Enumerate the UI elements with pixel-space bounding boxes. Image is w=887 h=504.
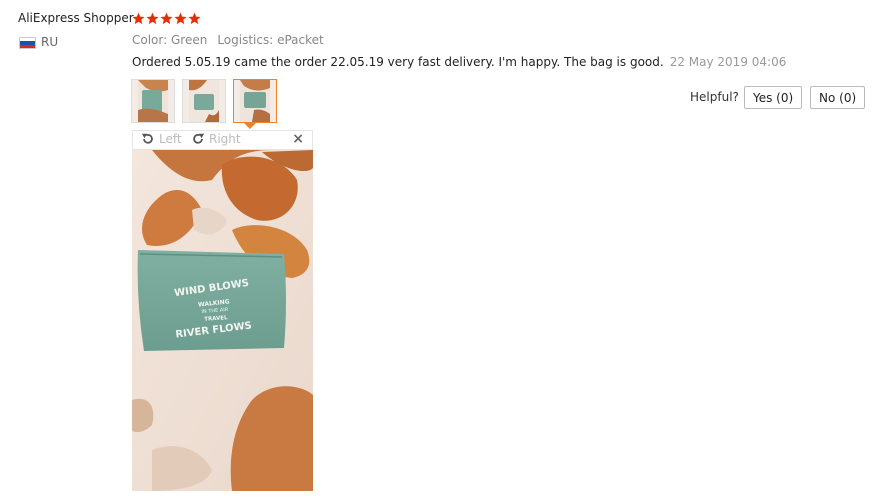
reviewer-name: AliExpress Shopper [18,11,134,25]
rotate-left-label: Left [159,132,182,146]
rating-stars [132,12,201,25]
star-icon [174,12,187,25]
star-icon [188,12,201,25]
photo-thumbnails [131,79,277,123]
rotate-right-icon [193,133,205,144]
feedback-date: 22 May 2019 04:06 [669,55,787,69]
enlarged-review-photo: WIND BLOWS WALKING IN THE AIR TRAVEL RIV… [132,150,313,491]
russia-flag-icon [19,37,36,49]
rotate-right-label: Right [209,132,241,146]
star-icon [132,12,145,25]
helpful-yes-button[interactable]: Yes (0) [744,86,803,109]
rotate-right-button[interactable]: Right [191,132,241,146]
thumbnail-photo [138,80,168,122]
order-meta: Color: Green Logistics: ePacket [132,33,324,47]
feedback-text: Ordered 5.05.19 came the order 22.05.19 … [132,55,664,69]
active-thumbnail-indicator [244,123,256,129]
review-photo-image: WIND BLOWS WALKING IN THE AIR TRAVEL RIV… [132,150,313,491]
thumbnail-2[interactable] [182,79,226,123]
star-icon [160,12,173,25]
color-info: Color: Green [132,33,208,47]
rotate-left-icon [141,133,153,144]
thumbnail-photo [240,80,270,122]
country-code: RU [41,35,59,49]
helpful-label: Helpful? [690,90,739,104]
rotate-left-button[interactable]: Left [141,132,182,146]
logistics-info: Logistics: ePacket [217,33,324,47]
thumbnail-1[interactable] [131,79,175,123]
star-icon [146,12,159,25]
feedback-line: Ordered 5.05.19 came the order 22.05.19 … [132,55,786,69]
thumbnail-3[interactable] [233,79,277,123]
image-viewer-toolbar: Left Right × [132,130,313,150]
close-viewer-button[interactable]: × [292,131,304,147]
helpful-no-button[interactable]: No (0) [810,86,866,109]
thumbnail-photo [189,80,219,122]
